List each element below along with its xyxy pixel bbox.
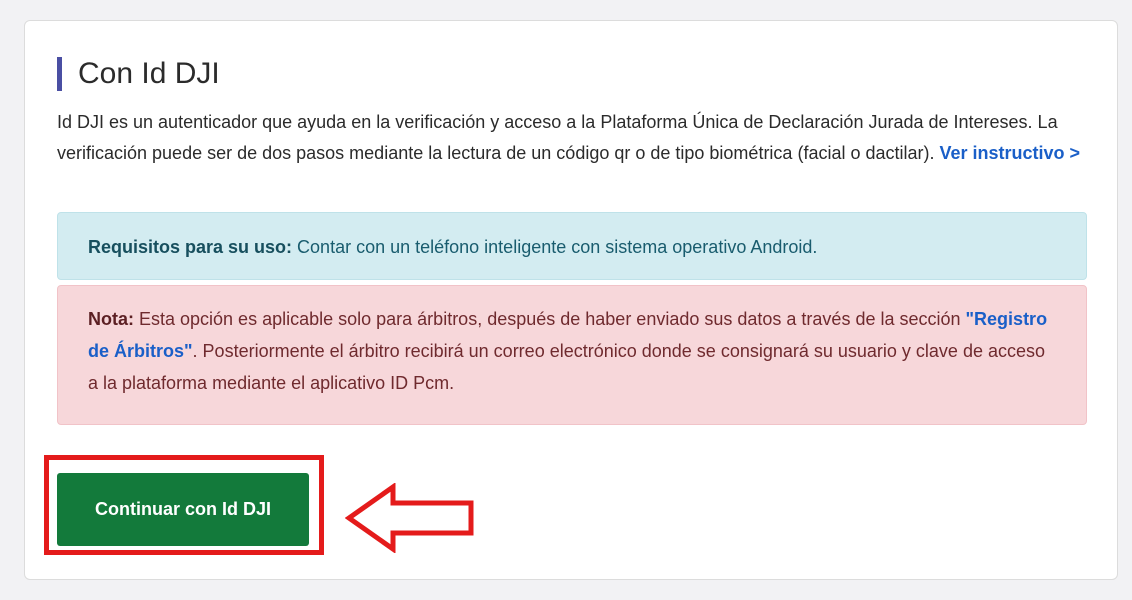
ver-instructivo-link[interactable]: Ver instructivo > <box>940 143 1081 163</box>
login-option-card: Con Id DJI Id DJI es un autenticador que… <box>24 20 1118 580</box>
note-alert: Nota: Esta opción es aplicable solo para… <box>57 285 1087 425</box>
card-title: Con Id DJI <box>78 57 220 90</box>
note-text-after: . Posteriormente el árbitro recibirá un … <box>88 341 1045 393</box>
requirements-text: Contar con un teléfono inteligente con s… <box>297 237 818 257</box>
continue-id-dji-button[interactable]: Continuar con Id DJI <box>57 473 309 546</box>
description-text: Id DJI es un autenticador que ayuda en l… <box>57 112 1058 163</box>
arrow-left-outline-icon <box>345 483 474 553</box>
note-label: Nota: <box>88 309 139 329</box>
card-header: Con Id DJI <box>57 57 220 91</box>
requirements-alert: Requisitos para su uso: Contar con un te… <box>57 212 1087 280</box>
note-text-before: Esta opción es aplicable solo para árbit… <box>139 309 966 329</box>
title-accent-bar <box>57 57 62 91</box>
requirements-label: Requisitos para su uso: <box>88 237 298 257</box>
card-description: Id DJI es un autenticador que ayuda en l… <box>57 107 1087 169</box>
